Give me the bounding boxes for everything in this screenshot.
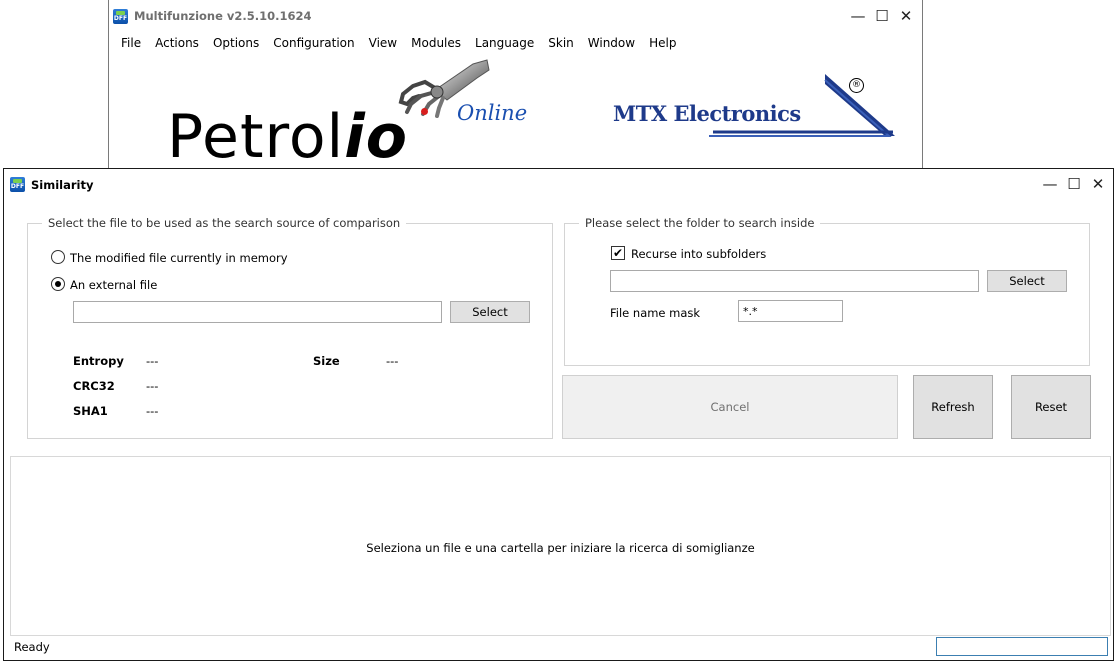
cancel-button[interactable]: Cancel: [562, 375, 898, 439]
size-label: Size: [313, 354, 340, 368]
status-bar: Ready: [4, 635, 1113, 659]
menubar: File Actions Options Configuration View …: [121, 36, 690, 54]
reset-button[interactable]: Reset: [1011, 375, 1091, 439]
select-folder-button[interactable]: Select: [987, 270, 1067, 292]
close-icon[interactable]: ✕: [896, 6, 916, 26]
menu-window[interactable]: Window: [588, 36, 635, 54]
results-panel[interactable]: Seleziona un file e una cartella per ini…: [10, 456, 1111, 636]
entropy-label: Entropy: [73, 354, 124, 368]
file-name-mask-label: File name mask: [610, 306, 701, 320]
menu-file[interactable]: File: [121, 36, 141, 54]
size-value: ---: [386, 354, 399, 368]
status-text: Ready: [14, 640, 50, 654]
maximize-icon[interactable]: ☐: [872, 6, 892, 26]
minimize-icon[interactable]: —: [1040, 174, 1060, 194]
petrolio-logo: Petrolio: [167, 100, 408, 170]
radio-file-in-memory[interactable]: [51, 250, 65, 264]
recurse-subfolders-label[interactable]: Recurse into subfolders: [631, 247, 766, 261]
status-progress-bar: [936, 637, 1108, 656]
sha1-label: SHA1: [73, 404, 108, 418]
main-window-titlebar[interactable]: DFF Multifunzione v2.5.10.1624 — ☐ ✕: [109, 0, 922, 32]
menu-configuration[interactable]: Configuration: [273, 36, 354, 54]
select-file-button[interactable]: Select: [450, 301, 530, 323]
similarity-window: DFF Similarity — ☐ ✕ Select the file to …: [3, 168, 1114, 661]
main-window: DFF Multifunzione v2.5.10.1624 — ☐ ✕ Fil…: [108, 0, 923, 170]
source-file-group-legend: Select the file to be used as the search…: [42, 216, 407, 230]
maximize-icon[interactable]: ☐: [1064, 174, 1084, 194]
logo-red-dot: [421, 108, 428, 115]
online-logo-text: Online: [457, 101, 528, 125]
menu-actions[interactable]: Actions: [155, 36, 199, 54]
crc32-label: CRC32: [73, 379, 115, 393]
entropy-value: ---: [146, 354, 159, 368]
petrolio-logo-main: Petrol: [167, 102, 345, 170]
external-file-path-input[interactable]: [73, 301, 442, 323]
source-file-group: Select the file to be used as the search…: [27, 216, 553, 439]
results-empty-message: Seleziona un file e una cartella per ini…: [366, 541, 755, 555]
menu-options[interactable]: Options: [213, 36, 259, 54]
radio-external-file[interactable]: [51, 277, 65, 291]
petrolio-logo-io: io: [344, 102, 409, 170]
recurse-subfolders-checkbox[interactable]: ✔: [611, 246, 625, 260]
app-icon: DFF: [10, 177, 25, 192]
similarity-window-title: Similarity: [31, 178, 94, 192]
file-name-mask-input[interactable]: [738, 300, 843, 322]
radio-file-in-memory-label[interactable]: The modified file currently in memory: [70, 251, 288, 265]
folder-path-input[interactable]: [610, 270, 979, 292]
search-folder-group-legend: Please select the folder to search insid…: [579, 216, 821, 230]
crc32-value: ---: [146, 379, 159, 393]
app-icon: DFF: [113, 9, 128, 24]
close-icon[interactable]: ✕: [1088, 174, 1108, 194]
search-folder-group: Please select the folder to search insid…: [564, 216, 1090, 366]
main-window-title: Multifunzione v2.5.10.1624: [134, 9, 312, 23]
menu-skin[interactable]: Skin: [548, 36, 574, 54]
sha1-value: ---: [146, 404, 159, 418]
menu-help[interactable]: Help: [649, 36, 676, 54]
mtx-logo-text: MTX Electronics: [613, 101, 801, 126]
menu-view[interactable]: View: [369, 36, 397, 54]
refresh-button[interactable]: Refresh: [913, 375, 993, 439]
registered-mark-icon: ®: [849, 78, 864, 93]
menu-modules[interactable]: Modules: [411, 36, 461, 54]
radio-external-file-label[interactable]: An external file: [70, 278, 157, 292]
minimize-icon[interactable]: —: [848, 6, 868, 26]
menu-language[interactable]: Language: [475, 36, 534, 54]
similarity-window-titlebar[interactable]: DFF Similarity — ☐ ✕: [4, 169, 1113, 201]
